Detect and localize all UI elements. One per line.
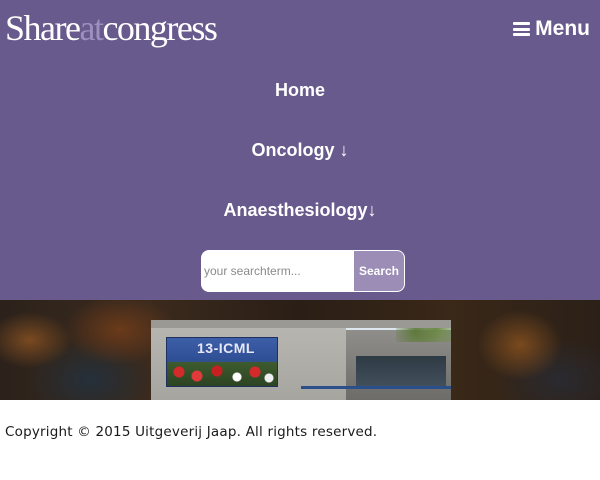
- search-form: Search: [201, 250, 405, 292]
- search-input[interactable]: [201, 250, 351, 292]
- logo-share: Share: [5, 8, 81, 48]
- nav-item-anaesthesiology[interactable]: Anaesthesiology↓: [0, 200, 600, 221]
- congress-poster: 13-ICML: [166, 337, 278, 387]
- nav-item-oncology[interactable]: Oncology ↓: [0, 140, 600, 161]
- congress-building-photo: 13-ICML: [151, 320, 451, 400]
- menu-button[interactable]: Menu: [513, 17, 590, 41]
- site-header: Shareatcongress Menu Home Oncology ↓ Ana…: [0, 0, 600, 300]
- footer-copyright: Copyright © 2015 Uitgeverij Jaap. All ri…: [5, 424, 378, 440]
- search-button[interactable]: Search: [354, 251, 404, 291]
- nav-item-home[interactable]: Home: [0, 80, 600, 101]
- site-logo[interactable]: Shareatcongress: [5, 6, 218, 50]
- logo-congress: congress: [102, 8, 217, 48]
- menu-label: Menu: [535, 17, 590, 40]
- hamburger-icon: [513, 22, 531, 36]
- logo-at: at: [79, 8, 103, 48]
- poster-text: 13-ICML: [197, 340, 255, 356]
- hero-banner: 13-ICML: [0, 300, 600, 400]
